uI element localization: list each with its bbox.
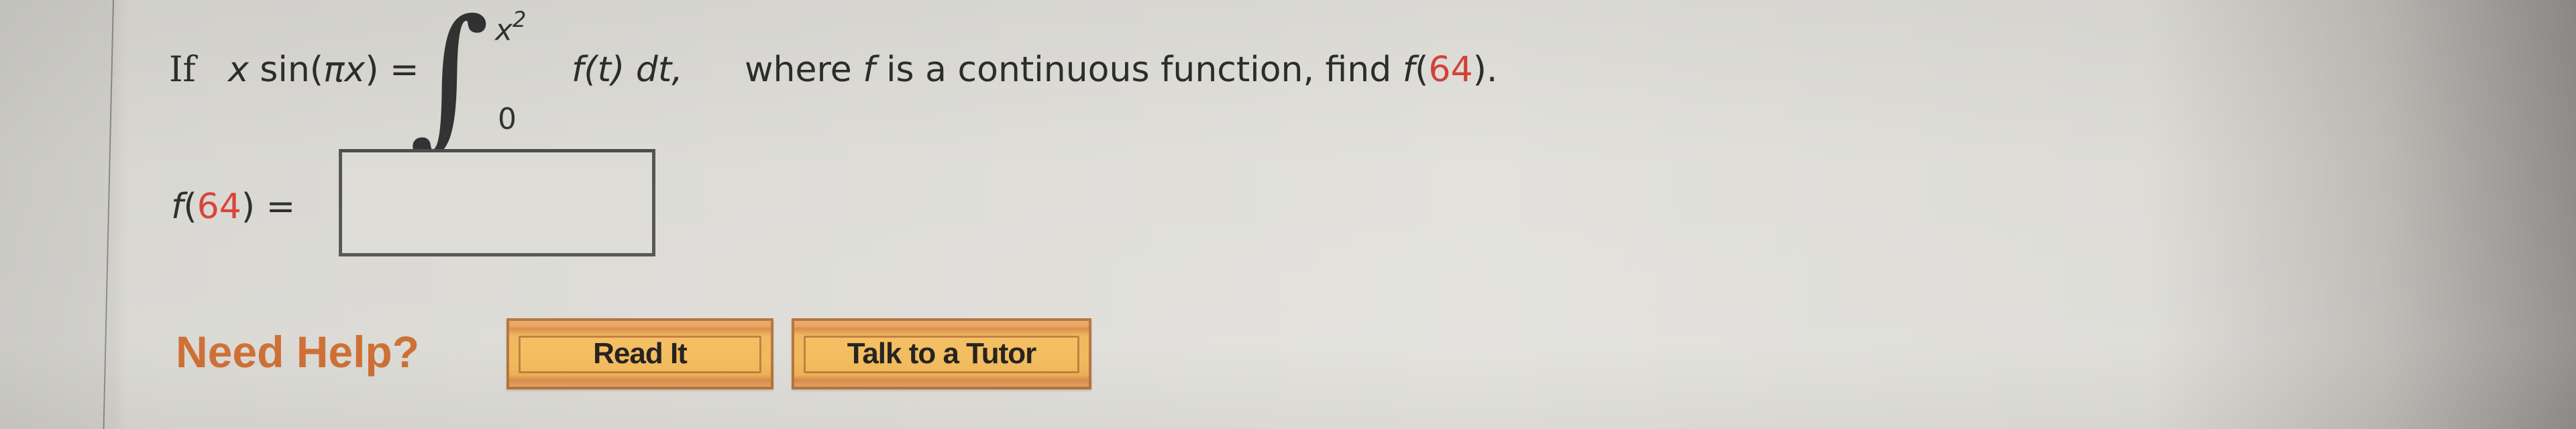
need-help-label: Need Help? (176, 327, 420, 377)
rest-f: f (863, 50, 875, 90)
read-it-button[interactable]: Read It (506, 318, 773, 389)
rest-prefix: where (745, 50, 863, 90)
question-rest: where f is a continuous function, find f… (745, 52, 1497, 87)
answer-label-close: ) = (241, 187, 296, 227)
integral-upper-limit: x2 (495, 7, 527, 48)
answer-label-open: ( (183, 187, 197, 227)
upper-limit-exponent: 2 (513, 7, 527, 32)
answer-input[interactable] (339, 149, 655, 256)
read-it-label: Read It (593, 337, 688, 370)
integral-lower-limit: 0 (498, 102, 517, 136)
talk-to-tutor-label: Talk to a Tutor (847, 337, 1037, 370)
question-if-word: If (169, 50, 196, 90)
target-open: ( (1415, 50, 1429, 90)
page-left-border (103, 0, 114, 429)
answer-label: f(64) = (171, 189, 295, 224)
answer-label-value: 64 (197, 187, 241, 227)
lhs-x: x (228, 50, 249, 90)
integral-sign-icon: ∫ (409, 0, 490, 166)
upper-limit-base: x (495, 13, 513, 48)
question-integrand: f(t) dt, (572, 52, 683, 87)
lhs-pi-x: πx (323, 50, 366, 90)
integrand-f: f (572, 50, 584, 90)
integrand-dt: dt, (625, 50, 683, 90)
target-value: 64 (1428, 50, 1473, 90)
answer-label-f: f (171, 187, 184, 227)
talk-to-tutor-button[interactable]: Talk to a Tutor (792, 318, 1091, 389)
lhs-sin: sin( (248, 50, 324, 90)
question-lhs: x sin(πx) = (228, 52, 419, 87)
rest-middle: is a continuous function, find (875, 50, 1403, 90)
target-f: f (1402, 50, 1415, 90)
target-close: ). (1472, 50, 1498, 90)
integrand-t: (t) (584, 50, 625, 90)
